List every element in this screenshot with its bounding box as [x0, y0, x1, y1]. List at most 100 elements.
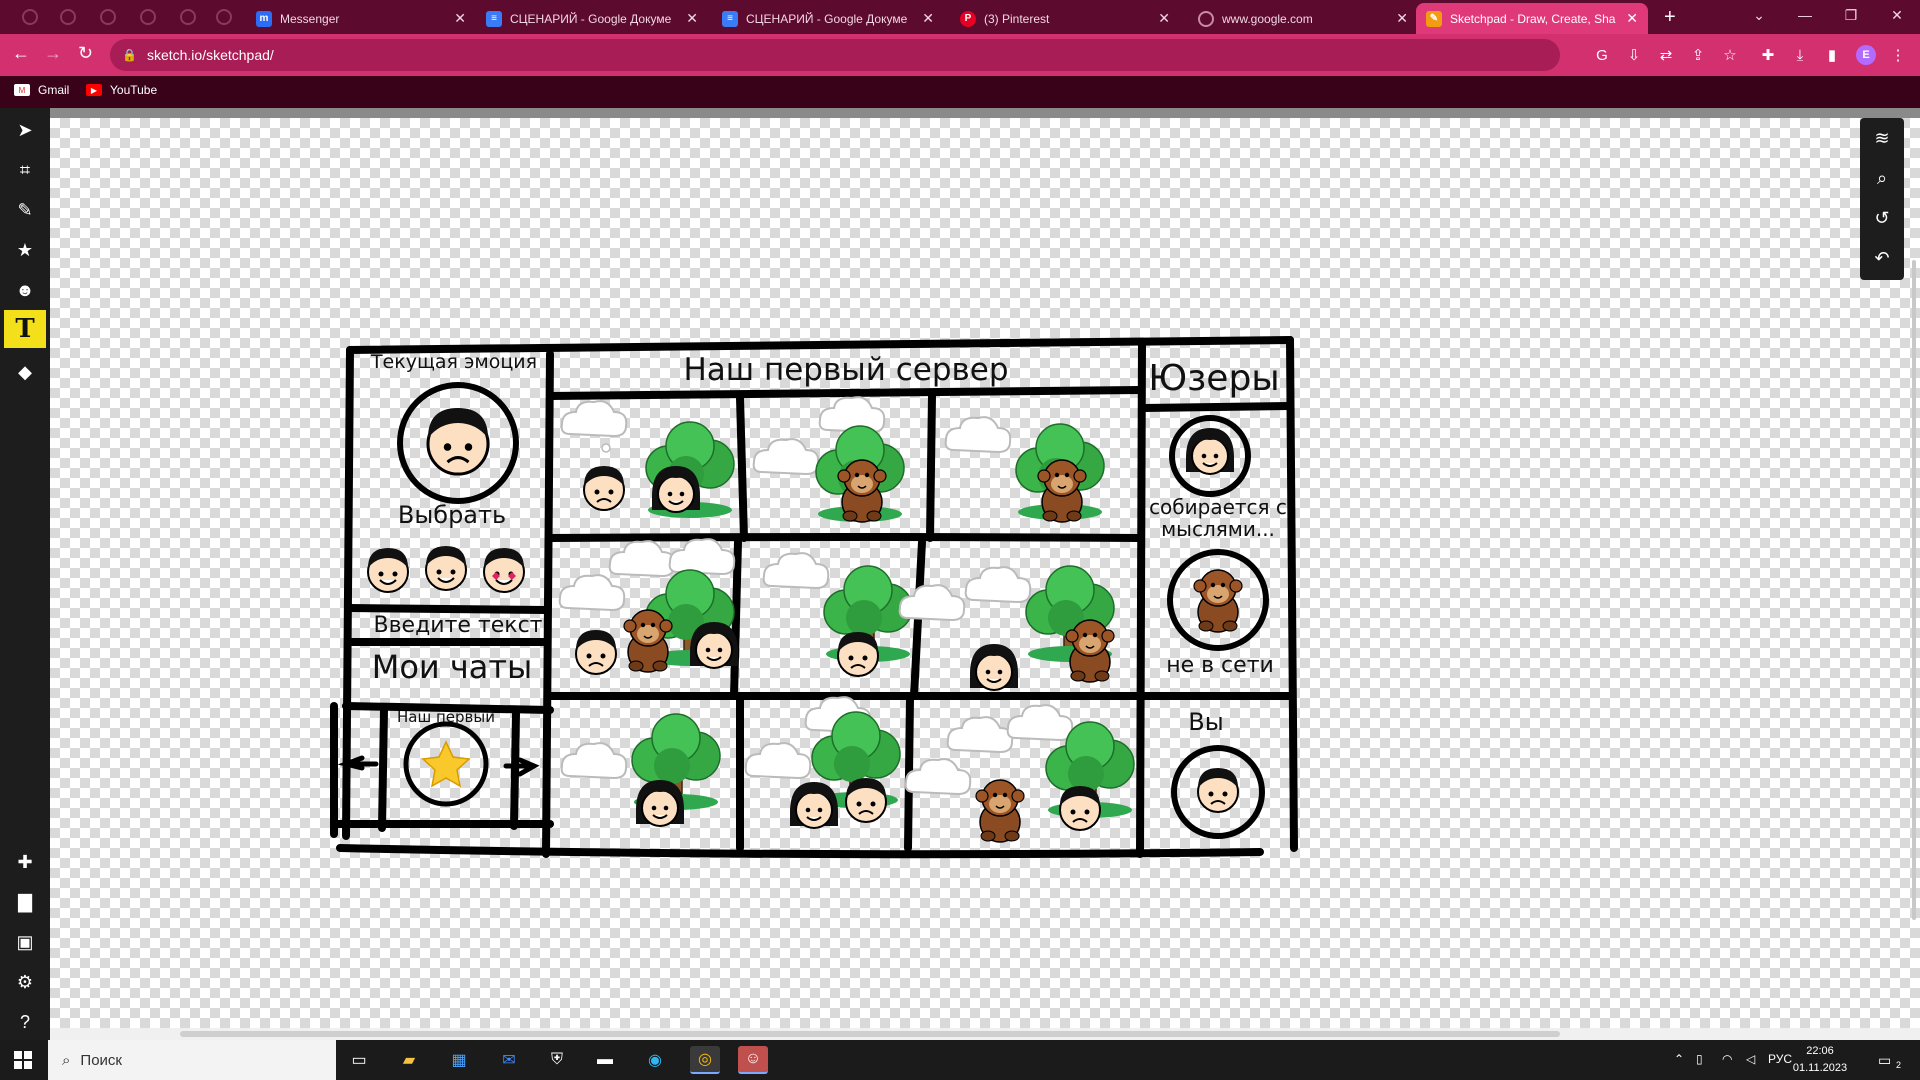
emotion-choice-love[interactable] — [484, 548, 524, 592]
tab-label: СЦЕНАРИЙ - Google Докуме — [746, 11, 908, 26]
close-tab-icon[interactable]: ✕ — [1396, 10, 1408, 27]
star-stamp-icon[interactable]: ★ — [11, 236, 39, 264]
text-tool-icon[interactable]: T — [4, 310, 46, 348]
tab-google-docs-2[interactable]: ≡ СЦЕНАРИЙ - Google Докуме ✕ — [712, 3, 944, 34]
restore-button[interactable]: ❐ — [1828, 0, 1874, 30]
share-icon[interactable]: ⇪ — [1688, 45, 1708, 65]
man-sad-icon — [1060, 786, 1100, 830]
scrollbar-thumb[interactable] — [180, 1031, 1560, 1037]
windows-start-icon[interactable] — [14, 1051, 32, 1069]
folder-icon[interactable]: ▇ — [11, 888, 39, 916]
file-explorer-icon[interactable]: ▰ — [394, 1046, 424, 1074]
zoom-icon[interactable]: ⌕ — [1870, 166, 1894, 190]
clock-date: 01.11.2023 — [1792, 1062, 1848, 1074]
menu-kebab-icon[interactable]: ⋮ — [1888, 45, 1908, 65]
message-input-placeholder[interactable]: Введите текст — [374, 613, 543, 638]
chrome-icon[interactable]: ◎ — [690, 1046, 720, 1074]
user-monkey-avatar[interactable] — [1193, 569, 1243, 633]
profile-avatar[interactable]: E — [1856, 45, 1876, 65]
blank-tab-icon[interactable] — [180, 9, 196, 25]
taskbar-search-box[interactable]: ⌕ Поиск — [48, 1040, 336, 1080]
tab-sketchpad[interactable]: ✎ Sketchpad - Draw, Create, Sha ✕ — [1416, 3, 1648, 34]
back-button[interactable]: ← — [12, 43, 30, 64]
tab-messenger[interactable]: m Messenger ✕ — [246, 3, 476, 34]
settings-icon[interactable]: ⚙ — [11, 968, 39, 996]
volume-icon[interactable]: ◁ — [1746, 1052, 1755, 1066]
undo-icon[interactable]: ↶ — [1870, 246, 1894, 270]
lock-icon[interactable]: 🔒 — [122, 48, 137, 62]
add-icon[interactable]: ✚ — [11, 848, 39, 876]
notifications-icon[interactable]: ▭ — [1878, 1052, 1891, 1069]
emotion-choice-smile[interactable] — [368, 548, 408, 592]
install-app-icon[interactable]: ⇩ — [1624, 45, 1644, 65]
reload-button[interactable]: ↻ — [78, 43, 93, 64]
close-tab-icon[interactable]: ✕ — [922, 10, 934, 27]
system-clock[interactable]: 22:06 01.11.2023 — [1790, 1043, 1850, 1077]
store-icon[interactable]: ▦ — [444, 1046, 474, 1074]
new-tab-button[interactable]: + — [1664, 6, 1676, 29]
tray-chevron-icon[interactable]: ⌃ — [1674, 1052, 1684, 1066]
bookmark-gmail[interactable]: M Gmail — [14, 83, 69, 97]
mail-icon[interactable]: ✉ — [494, 1046, 524, 1074]
you-avatar[interactable] — [1198, 768, 1238, 812]
user-girl-avatar[interactable] — [1185, 427, 1235, 475]
tab-pinterest[interactable]: P (3) Pinterest ✕ — [950, 3, 1180, 34]
crop-tool-icon[interactable]: ⌗ — [11, 156, 39, 184]
current-emotion-face — [428, 408, 488, 474]
extensions-icon[interactable]: ✚ — [1758, 45, 1778, 65]
emoji-stamp-icon[interactable]: ☻ — [11, 276, 39, 304]
address-bar[interactable]: 🔒 sketch.io/sketchpad/ — [110, 39, 1560, 71]
tab-google[interactable]: www.google.com ✕ — [1188, 3, 1418, 34]
language-indicator[interactable]: РУС — [1768, 1052, 1792, 1066]
blank-tab-icon[interactable] — [60, 9, 76, 25]
google-lens-icon[interactable]: G — [1592, 45, 1612, 65]
layers-icon[interactable]: ≋ — [1870, 126, 1894, 150]
tab-search-icon[interactable]: ⌄ — [1736, 0, 1782, 30]
vertical-scrollbar[interactable] — [1912, 260, 1916, 920]
close-window-button[interactable]: ✕ — [1874, 0, 1920, 30]
save-icon[interactable]: ▣ — [11, 928, 39, 956]
user-offline-status: не в сети — [1166, 653, 1274, 678]
select-tool-icon[interactable]: ➤ — [11, 116, 39, 144]
downloads-icon[interactable]: ⤓ — [1790, 45, 1810, 65]
task-view-icon[interactable]: ▭ — [344, 1046, 374, 1074]
blank-tab-icon[interactable] — [22, 9, 38, 25]
history-icon[interactable]: ↺ — [1870, 206, 1894, 230]
pencil-tool-icon[interactable]: ✎ — [11, 196, 39, 224]
tab-label: СЦЕНАРИЙ - Google Докуме — [510, 11, 672, 26]
bookmark-star-icon[interactable]: ☆ — [1720, 45, 1740, 65]
terminal-icon[interactable]: ▬ — [590, 1046, 620, 1074]
man-sad-icon — [838, 632, 878, 676]
sketch-drawing[interactable]: Текущая эмоция Выбрать Введите текст Мои… — [50, 118, 1920, 1028]
messenger-icon: m — [256, 10, 272, 27]
bookmark-youtube[interactable]: ▶ YouTube — [86, 83, 157, 97]
close-tab-icon[interactable]: ✕ — [1626, 10, 1638, 27]
forward-button[interactable]: → — [44, 43, 62, 64]
discord-icon[interactable]: ☺ — [738, 1046, 768, 1074]
drawing-canvas[interactable]: Текущая эмоция Выбрать Введите текст Мои… — [50, 118, 1920, 1028]
translate-icon[interactable]: ⇄ — [1656, 45, 1676, 65]
blank-tab-icon[interactable] — [140, 9, 156, 25]
wifi-icon[interactable]: ◠ — [1722, 1052, 1732, 1066]
close-tab-icon[interactable]: ✕ — [686, 10, 698, 27]
blank-tab-icon[interactable] — [100, 9, 116, 25]
pinterest-icon: P — [960, 10, 976, 27]
close-tab-icon[interactable]: ✕ — [1158, 10, 1170, 27]
emotion-choice-grin[interactable] — [426, 546, 466, 590]
security-icon[interactable]: ⛨ — [542, 1046, 572, 1074]
arrow-right-icon[interactable] — [503, 757, 540, 777]
sketchpad-icon: ✎ — [1426, 10, 1442, 27]
minimize-button[interactable]: — — [1782, 0, 1828, 30]
battery-icon[interactable]: ▯ — [1696, 1052, 1703, 1066]
tab-google-docs-1[interactable]: ≡ СЦЕНАРИЙ - Google Докуме ✕ — [476, 3, 708, 34]
edge-icon[interactable]: ◉ — [640, 1046, 670, 1074]
notification-count: 2 — [1896, 1060, 1902, 1070]
address-url[interactable]: sketch.io/sketchpad/ — [147, 47, 274, 63]
help-icon[interactable]: ? — [11, 1008, 39, 1036]
close-tab-icon[interactable]: ✕ — [454, 10, 466, 27]
fill-bucket-icon[interactable]: ◆ — [11, 358, 39, 386]
horizontal-scrollbar[interactable] — [50, 1028, 1920, 1040]
side-panel-icon[interactable]: ▮ — [1822, 45, 1842, 65]
chat-name[interactable]: Наш первый — [397, 708, 495, 726]
blank-tab-icon[interactable] — [216, 9, 232, 25]
